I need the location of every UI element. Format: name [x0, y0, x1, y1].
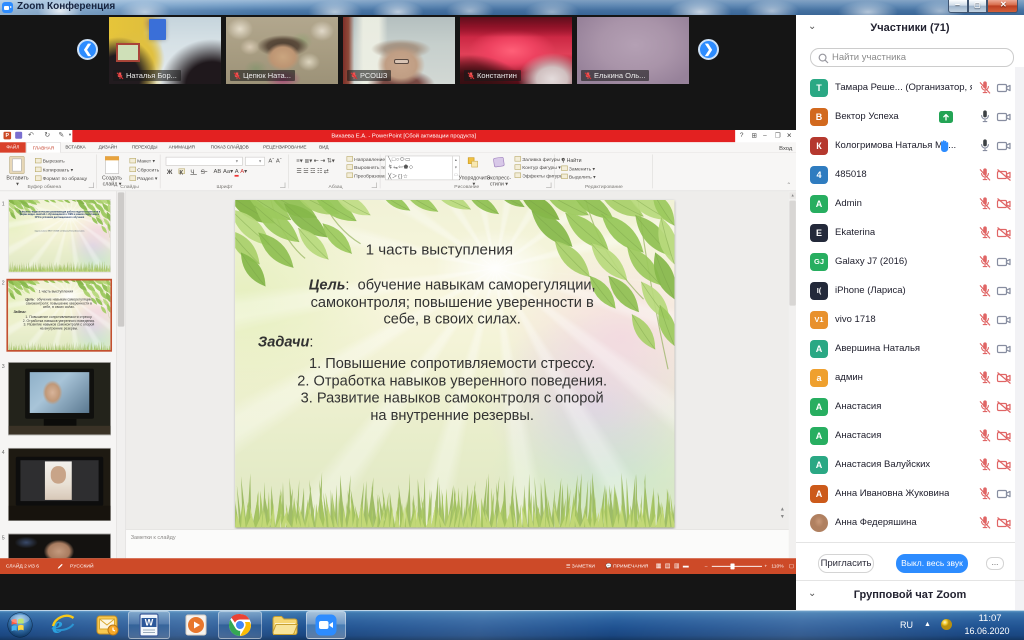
svg-text:W: W [145, 618, 154, 628]
